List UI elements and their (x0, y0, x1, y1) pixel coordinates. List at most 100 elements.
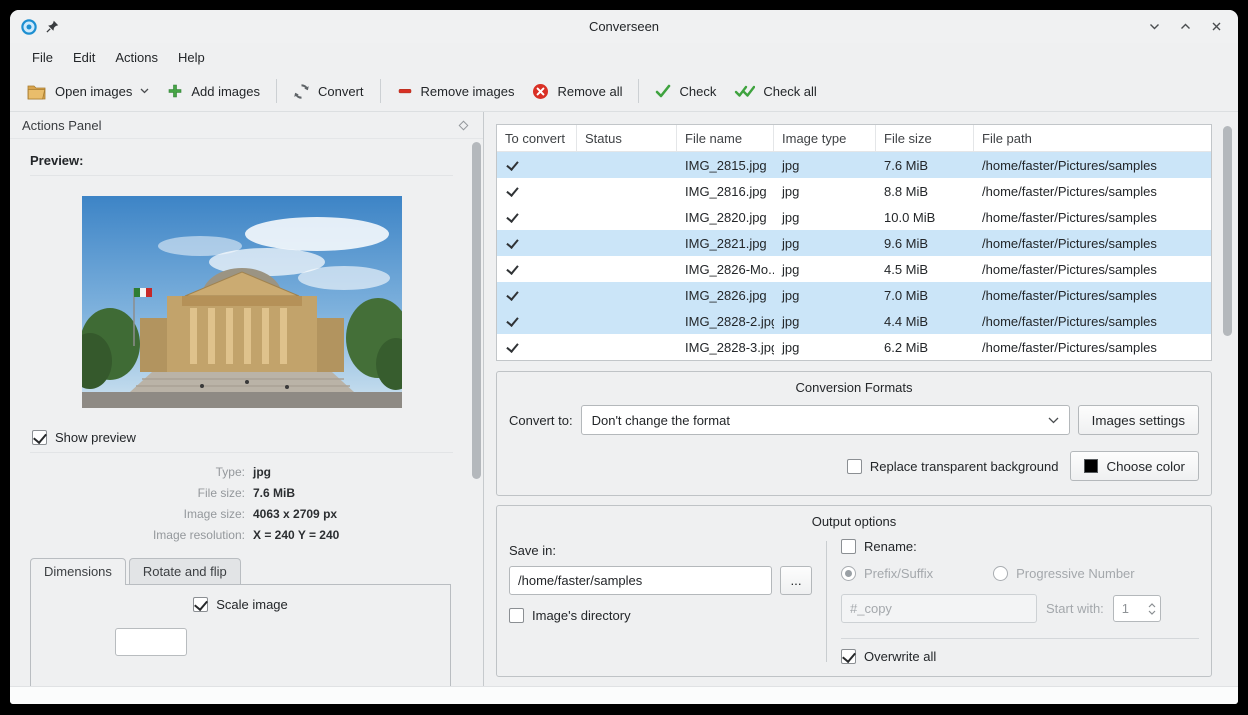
add-images-label: Add images (191, 84, 260, 99)
file-size-cell: 7.6 MiB (876, 152, 974, 178)
spinner-arrows-icon[interactable] (1148, 602, 1160, 616)
clipped-control[interactable] (115, 628, 187, 656)
pin-icon[interactable] (46, 20, 59, 33)
show-preview-checkbox[interactable] (32, 430, 47, 445)
convert-to-label: Convert to: (509, 413, 573, 428)
right-scrollbar-thumb[interactable] (1223, 126, 1232, 336)
convert-button[interactable]: Convert (284, 76, 373, 107)
col-file-size[interactable]: File size (876, 125, 974, 151)
left-tabs: Dimensions Rotate and flip (30, 558, 453, 584)
images-directory-checkbox[interactable] (509, 608, 524, 623)
replace-transparent-checkbox[interactable] (847, 459, 862, 474)
divider (30, 452, 453, 453)
col-to-convert[interactable]: To convert (497, 125, 577, 151)
maximize-icon[interactable] (1178, 20, 1192, 34)
menu-edit[interactable]: Edit (63, 46, 105, 69)
file-path-cell: /home/faster/Pictures/samples (974, 334, 1211, 360)
checked-icon (505, 340, 519, 354)
progressive-number-radio[interactable] (993, 566, 1008, 581)
table-row[interactable]: IMG_2826-Mo... jpg 4.5 MiB /home/faster/… (497, 256, 1211, 282)
rename-pattern-input[interactable] (841, 594, 1037, 623)
file-name-cell: IMG_2828-3.jpg (677, 334, 774, 360)
status-cell (577, 256, 677, 282)
menu-actions[interactable]: Actions (105, 46, 168, 69)
images-settings-button[interactable]: Images settings (1078, 405, 1199, 435)
left-scrollbar-thumb[interactable] (472, 142, 481, 479)
table-row[interactable]: IMG_2820.jpg jpg 10.0 MiB /home/faster/P… (497, 204, 1211, 230)
add-images-button[interactable]: Add images (158, 76, 269, 106)
table-row[interactable]: IMG_2826.jpg jpg 7.0 MiB /home/faster/Pi… (497, 282, 1211, 308)
to-convert-cell[interactable] (497, 282, 577, 308)
file-size-cell: 6.2 MiB (876, 334, 974, 360)
remove-all-label: Remove all (557, 84, 622, 99)
col-file-path[interactable]: File path (974, 125, 1211, 151)
file-path-cell: /home/faster/Pictures/samples (974, 152, 1211, 178)
float-panel-icon[interactable] (459, 120, 469, 130)
right-scrollbar[interactable] (1222, 124, 1233, 662)
left-scrollbar[interactable] (471, 140, 482, 684)
tab-rotate-flip[interactable]: Rotate and flip (129, 558, 241, 584)
prefix-suffix-label: Prefix/Suffix (864, 566, 933, 581)
info-resolution-label: Image resolution: (30, 528, 245, 542)
info-imagesize-value: 4063 x 2709 px (253, 507, 453, 521)
menu-help[interactable]: Help (168, 46, 215, 69)
remove-images-button[interactable]: Remove images (388, 76, 524, 106)
to-convert-cell[interactable] (497, 256, 577, 282)
save-path-input[interactable] (509, 566, 772, 595)
check-button[interactable]: Check (646, 77, 725, 106)
file-name-cell: IMG_2815.jpg (677, 152, 774, 178)
toolbar-separator (276, 79, 277, 103)
checked-icon (505, 288, 519, 302)
to-convert-cell[interactable] (497, 152, 577, 178)
status-cell (577, 282, 677, 308)
info-imagesize-label: Image size: (30, 507, 245, 521)
check-all-button[interactable]: Check all (725, 77, 825, 106)
image-type-cell: jpg (774, 204, 876, 230)
file-name-cell: IMG_2816.jpg (677, 178, 774, 204)
actions-panel-header: Actions Panel (10, 112, 483, 139)
converseen-window: Converseen File Edit Actions Help (10, 10, 1238, 704)
file-path-cell: /home/faster/Pictures/samples (974, 230, 1211, 256)
tab-dimensions[interactable]: Dimensions (30, 558, 126, 585)
to-convert-cell[interactable] (497, 204, 577, 230)
preview-image (82, 196, 402, 408)
toolbar-separator (638, 79, 639, 103)
to-convert-cell[interactable] (497, 178, 577, 204)
image-info: Type: jpg File size: 7.6 MiB Image size:… (30, 465, 453, 542)
col-status[interactable]: Status (577, 125, 677, 151)
open-images-button[interactable]: Open images (18, 76, 158, 107)
close-icon[interactable] (1209, 20, 1223, 34)
title-bar[interactable]: Converseen (10, 10, 1238, 43)
start-with-spinner[interactable]: 1 (1113, 595, 1161, 622)
remove-images-label: Remove images (421, 84, 515, 99)
col-file-name[interactable]: File name (677, 125, 774, 151)
scale-image-checkbox[interactable] (193, 597, 208, 612)
file-path-cell: /home/faster/Pictures/samples (974, 178, 1211, 204)
actions-panel-content: Preview: (10, 139, 483, 686)
check-all-label: Check all (763, 84, 816, 99)
table-row[interactable]: IMG_2815.jpg jpg 7.6 MiB /home/faster/Pi… (497, 152, 1211, 178)
to-convert-cell[interactable] (497, 230, 577, 256)
menu-file[interactable]: File (22, 46, 63, 69)
prefix-suffix-radio[interactable] (841, 566, 856, 581)
minimize-icon[interactable] (1147, 20, 1161, 34)
conversion-formats-title: Conversion Formats (509, 380, 1199, 395)
to-convert-cell[interactable] (497, 308, 577, 334)
to-convert-cell[interactable] (497, 334, 577, 360)
table-row[interactable]: IMG_2828-3.jpg jpg 6.2 MiB /home/faster/… (497, 334, 1211, 360)
status-cell (577, 334, 677, 360)
file-name-cell: IMG_2820.jpg (677, 204, 774, 230)
browse-button[interactable]: ... (780, 566, 812, 595)
rename-checkbox[interactable] (841, 539, 856, 554)
overwrite-all-checkbox[interactable] (841, 649, 856, 664)
choose-color-label: Choose color (1106, 459, 1185, 474)
image-type-cell: jpg (774, 152, 876, 178)
remove-all-button[interactable]: Remove all (523, 76, 631, 107)
table-row[interactable]: IMG_2828-2.jpg jpg 4.4 MiB /home/faster/… (497, 308, 1211, 334)
color-swatch (1084, 459, 1098, 473)
table-row[interactable]: IMG_2821.jpg jpg 9.6 MiB /home/faster/Pi… (497, 230, 1211, 256)
col-image-type[interactable]: Image type (774, 125, 876, 151)
format-select[interactable]: Don't change the format (581, 405, 1070, 435)
table-row[interactable]: IMG_2816.jpg jpg 8.8 MiB /home/faster/Pi… (497, 178, 1211, 204)
choose-color-button[interactable]: Choose color (1070, 451, 1199, 481)
